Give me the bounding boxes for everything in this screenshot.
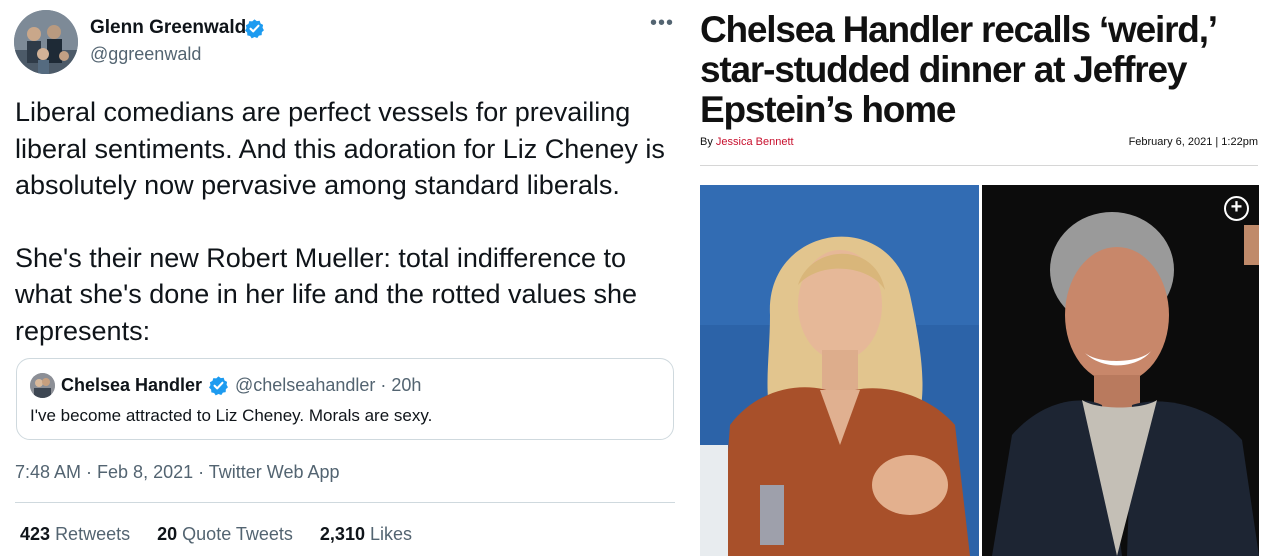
quoted-author-avatar bbox=[30, 373, 55, 398]
divider bbox=[700, 165, 1258, 166]
verified-badge-icon bbox=[208, 375, 229, 401]
more-options-icon[interactable]: ••• bbox=[650, 12, 674, 35]
author-name[interactable]: Glenn Greenwald bbox=[90, 17, 246, 39]
author-handle[interactable]: @ggreenwald bbox=[90, 44, 201, 65]
tweet-timestamp[interactable]: 7:48 AM · Feb 8, 2021 · Twitter Web App bbox=[15, 462, 340, 483]
news-article: Chelsea Handler recalls ‘weird,’ star-st… bbox=[690, 0, 1280, 556]
likes-stat[interactable]: 2,310 Likes bbox=[320, 524, 412, 544]
quoted-handle-time: @chelseahandler · 20h bbox=[235, 375, 422, 395]
quote-tweets-label: Quote Tweets bbox=[182, 524, 293, 544]
article-photo-handler[interactable] bbox=[700, 185, 979, 556]
engagement-stats: 423 Retweets 20 Quote Tweets 2,310 Likes bbox=[20, 524, 434, 545]
likes-label: Likes bbox=[369, 524, 413, 544]
quote-tweets-stat[interactable]: 20 Quote Tweets bbox=[157, 524, 293, 544]
article-date: February 6, 2021 | 1:22pm bbox=[1128, 136, 1258, 148]
tweet-text: Liberal comedians are perfect vessels fo… bbox=[15, 94, 680, 349]
expand-image-plus-icon[interactable]: + bbox=[1224, 196, 1249, 221]
article-headline[interactable]: Chelsea Handler recalls ‘weird,’ star-st… bbox=[700, 10, 1275, 130]
tweet-paragraph: Liberal comedians are perfect vessels fo… bbox=[15, 97, 665, 200]
author-avatar[interactable] bbox=[14, 10, 78, 74]
likes-count: 2,310 bbox=[319, 524, 365, 544]
quoted-tweet[interactable]: Chelsea Handler @chelseahandler · 20h I'… bbox=[16, 358, 674, 440]
byline-prefix: By bbox=[700, 136, 713, 148]
verified-badge-icon bbox=[244, 18, 265, 44]
article-byline: By Jessica Bennett bbox=[700, 136, 794, 148]
divider bbox=[15, 502, 675, 503]
quoted-tweet-text: I've become attracted to Liz Cheney. Mor… bbox=[30, 406, 433, 425]
retweets-label: Retweets bbox=[55, 524, 131, 544]
retweets-count: 423 bbox=[20, 524, 51, 544]
tweet-card: Glenn Greenwald @ggreenwald ••• Liberal … bbox=[0, 0, 690, 556]
retweets-stat[interactable]: 423 Retweets bbox=[20, 524, 130, 544]
byline-author-link[interactable]: Jessica Bennett bbox=[716, 136, 794, 148]
quote-tweets-count: 20 bbox=[157, 524, 178, 544]
tweet-paragraph: She's their new Robert Mueller: total in… bbox=[15, 242, 638, 346]
article-photo-epstein[interactable] bbox=[982, 185, 1259, 556]
quoted-author-name: Chelsea Handler bbox=[61, 375, 203, 395]
